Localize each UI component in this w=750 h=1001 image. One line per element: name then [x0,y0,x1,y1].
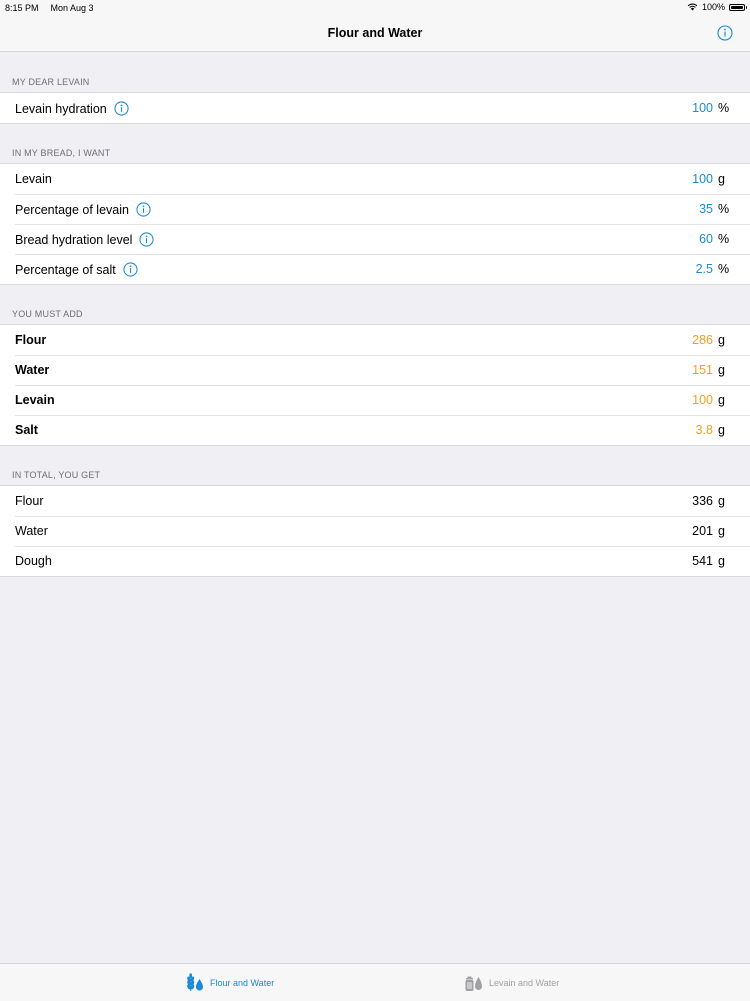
section-header-levain: MY DEAR LEVAIN [12,77,90,87]
row-label: Flour [15,333,47,347]
tab-label: Levain and Water [489,977,560,988]
total-water-value: 201 [692,524,713,538]
row-percentage-levain: Percentage of levain 35 % [0,194,750,224]
section-header-want: IN MY BREAD, I WANT [12,148,111,158]
row-unit: g [718,554,725,568]
add-levain-value: 100 [692,393,713,407]
info-icon[interactable] [123,262,138,277]
group-want: Levain 100 g Percentage of levain 35 % B… [0,163,750,285]
row-add-flour: Flour 286 g [0,325,750,355]
row-unit: % [718,101,730,115]
group-levain: Levain hydration 100 % [0,92,750,124]
row-add-water: Water 151 g [0,355,750,385]
row-label: Water [15,524,48,538]
battery-icon [729,3,747,11]
wifi-icon [687,3,698,11]
row-total-dough: Dough 541 g [0,546,750,576]
row-label: Flour [15,494,44,508]
row-label: Dough [15,554,52,568]
row-total-flour: Flour 336 g [0,486,750,516]
row-percentage-salt: Percentage of salt 2.5 % [0,254,750,284]
tab-levain-and-water[interactable]: Levain and Water [464,973,559,992]
row-label: Bread hydration level [15,232,133,247]
row-label: Percentage of levain [15,202,129,217]
status-date: Mon Aug 3 [50,3,94,13]
row-add-salt: Salt 3.8 g [0,415,750,445]
row-levain-amount: Levain 100 g [0,164,750,194]
info-icon[interactable] [136,202,151,217]
row-unit: g [718,524,725,538]
row-unit: % [718,202,730,216]
row-unit: % [718,262,730,276]
tab-label: Flour and Water [210,977,275,988]
group-total: Flour 336 g Water 201 g Dough 541 g [0,485,750,577]
row-unit: g [718,363,725,377]
row-unit: g [718,333,725,347]
status-time: 8:15 PM [5,3,39,13]
status-bar: 8:15 PM Mon Aug 3 100% [0,0,750,16]
group-add: Flour 286 g Water 151 g Levain 100 g Sal… [0,324,750,446]
percentage-levain-input[interactable]: 35 [699,202,713,216]
row-unit: % [718,232,730,246]
row-unit: g [718,494,725,508]
add-flour-value: 286 [692,333,713,347]
info-icon[interactable] [139,232,155,247]
total-flour-value: 336 [692,494,713,508]
wheat-water-icon [187,973,203,991]
info-icon[interactable] [717,25,733,41]
row-unit: g [718,172,725,186]
battery-percent: 100% [701,2,725,12]
tab-flour-and-water[interactable]: Flour and Water [185,973,274,992]
add-salt-value: 3.8 [695,423,713,437]
percentage-salt-input[interactable]: 2.5 [696,262,713,276]
row-unit: g [718,393,725,407]
bread-hydration-input[interactable]: 60 [699,232,713,246]
page-title: Flour and Water [327,26,423,40]
row-label: Salt [15,423,38,437]
info-icon[interactable] [114,101,129,116]
row-levain-hydration: Levain hydration 100 % [0,93,750,123]
row-unit: g [718,423,725,437]
levain-amount-input[interactable]: 100 [692,172,713,186]
section-header-add: YOU MUST ADD [12,309,83,319]
tab-bar: Flour and Water Levain and Water [0,963,750,1001]
nav-bar: Flour and Water [0,16,750,52]
row-add-levain: Levain 100 g [0,385,750,415]
row-total-water: Water 201 g [0,516,750,546]
total-dough-value: 541 [692,554,713,568]
row-bread-hydration: Bread hydration level 60 % [0,224,750,254]
jar-water-icon [465,976,482,991]
row-label: Water [15,363,50,377]
row-label: Levain [15,393,55,407]
add-water-value: 151 [692,363,713,377]
levain-hydration-input[interactable]: 100 [692,101,713,115]
row-label: Levain [15,172,52,186]
row-label: Levain hydration [15,101,107,116]
row-label: Percentage of salt [15,262,116,277]
section-header-total: IN TOTAL, YOU GET [12,470,101,480]
